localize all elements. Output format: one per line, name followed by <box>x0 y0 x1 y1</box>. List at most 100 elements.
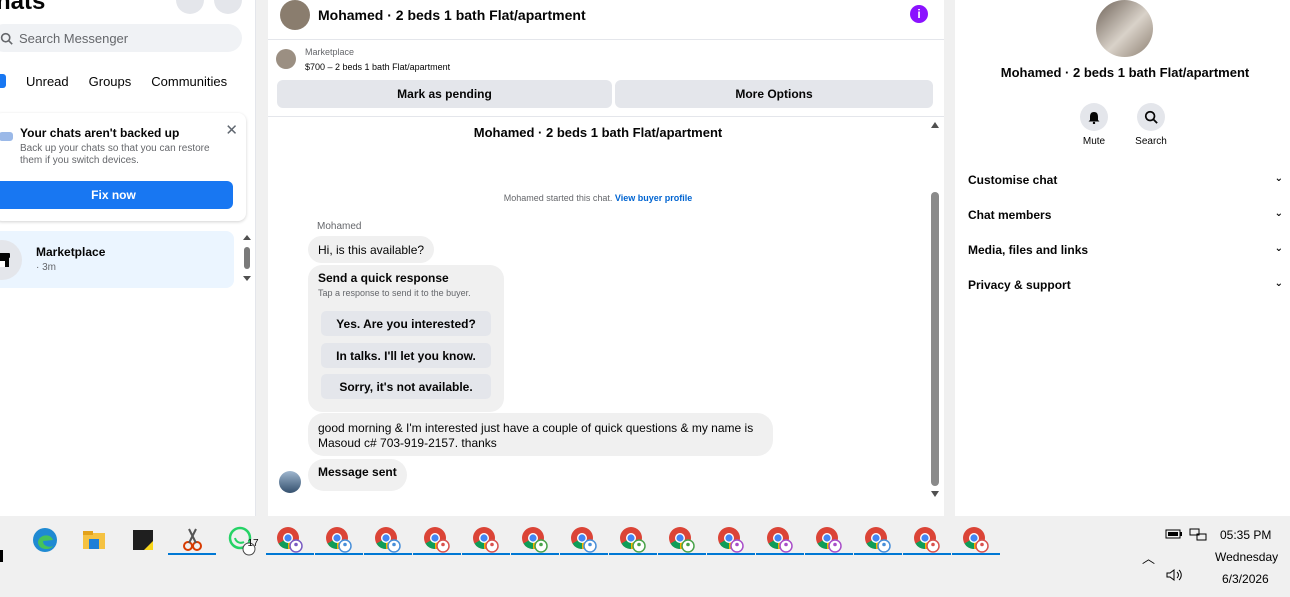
chrome-icon[interactable] <box>862 524 894 556</box>
listing-avatar[interactable] <box>280 0 310 30</box>
clock-date[interactable]: 6/3/2026 <box>1222 572 1269 586</box>
chrome-window-underline <box>609 553 657 555</box>
info-panel-title: Mohamed · 2 beds 1 bath Flat/apartment <box>1000 65 1250 80</box>
conversation-scrollbar[interactable] <box>929 118 941 503</box>
search-label: Search <box>1135 136 1167 147</box>
customise-chat-section[interactable]: Customise chat ⌄ <box>968 173 1283 187</box>
chrome-icon[interactable] <box>470 524 502 556</box>
chevron-down-icon: ⌄ <box>1274 173 1283 184</box>
section-label: Privacy & support <box>968 278 1071 292</box>
marketplace-avatar <box>0 240 22 280</box>
clock-day[interactable]: Wednesday <box>1215 550 1278 564</box>
chat-sidebar: hats Search Messenger Unread Groups Comm… <box>0 0 256 516</box>
quick-response-option[interactable]: Sorry, it's not available. <box>321 374 491 399</box>
backup-notice: Your chats aren't backed up Back up your… <box>0 113 246 221</box>
sender-avatar <box>279 471 301 493</box>
chrome-icon[interactable] <box>274 524 306 556</box>
chrome-window-underline <box>952 553 1000 555</box>
listing-thumbnail[interactable] <box>276 49 296 69</box>
chrome-icon[interactable] <box>911 524 943 556</box>
quick-response-option[interactable]: In talks. I'll let you know. <box>321 343 491 368</box>
started-text: Mohamed started this chat. <box>503 193 613 203</box>
listing-photo <box>1096 0 1153 57</box>
shop-icon <box>0 253 10 267</box>
privacy-support-section[interactable]: Privacy & support ⌄ <box>968 278 1283 292</box>
search-placeholder: Search Messenger <box>19 30 129 46</box>
more-options-button[interactable] <box>176 0 204 14</box>
chat-info-panel: Mohamed · 2 beds 1 bath Flat/apartment M… <box>955 0 1290 516</box>
file-explorer-icon[interactable] <box>78 524 110 556</box>
chrome-icon[interactable] <box>568 524 600 556</box>
chrome-window-underline <box>560 553 608 555</box>
conversation-title[interactable]: Mohamed · 2 beds 1 bath Flat/apartment <box>318 7 586 23</box>
chrome-icon[interactable] <box>372 524 404 556</box>
bell-icon <box>1088 111 1100 124</box>
chrome-window-underline <box>903 553 951 555</box>
speaker-icon[interactable] <box>1165 568 1183 582</box>
quick-response-option[interactable]: Yes. Are you interested? <box>321 311 491 336</box>
more-options-listing-button[interactable]: More Options <box>615 80 933 108</box>
mute-button[interactable] <box>1080 103 1108 131</box>
thread-title: Mohamed · 2 beds 1 bath Flat/apartment <box>473 125 723 140</box>
chrome-icon[interactable] <box>519 524 551 556</box>
search-icon <box>1144 110 1158 124</box>
chevron-down-icon: ⌄ <box>1274 243 1283 254</box>
close-icon[interactable]: ✕ <box>225 121 238 139</box>
view-buyer-profile-link[interactable]: View buyer profile <box>615 193 692 203</box>
conversation-pane: Mohamed · 2 beds 1 bath Flat/apartment i… <box>268 0 944 516</box>
chevron-up-icon[interactable]: ︿ <box>1142 548 1155 567</box>
search-conversation-button[interactable] <box>1137 103 1165 131</box>
chrome-icon[interactable] <box>715 524 747 556</box>
start-edge[interactable] <box>0 550 3 562</box>
chat-item-name: Marketplace <box>36 245 106 259</box>
chrome-icon[interactable] <box>813 524 845 556</box>
marketplace-listing-bar: Marketplace $700 – 2 beds 1 bath Flat/ap… <box>268 41 944 117</box>
chat-started-notice: Mohamed started this chat. View buyer pr… <box>268 193 928 203</box>
chrome-window-underline <box>266 553 314 555</box>
fix-now-button[interactable]: Fix now <box>0 181 233 209</box>
filter-communities-tab[interactable]: Communities <box>151 74 227 89</box>
chrome-icon[interactable] <box>421 524 453 556</box>
quick-response-heading: Send a quick response <box>318 271 449 285</box>
network-icon[interactable] <box>1189 528 1207 542</box>
chrome-icon[interactable] <box>323 524 355 556</box>
mark-as-pending-button[interactable]: Mark as pending <box>277 80 612 108</box>
listing-price-title[interactable]: $700 – 2 beds 1 bath Flat/apartment <box>305 62 450 72</box>
chrome-icon[interactable] <box>617 524 649 556</box>
chat-list-item[interactable]: Marketplace · 3m <box>0 231 234 288</box>
chrome-window-underline <box>756 553 804 555</box>
battery-icon[interactable] <box>1165 528 1183 540</box>
quick-response-card: Send a quick response Tap a response to … <box>308 265 504 412</box>
snipping-tool-icon[interactable] <box>176 524 208 556</box>
new-message-button[interactable] <box>214 0 242 14</box>
edge-icon[interactable] <box>29 524 61 556</box>
chat-members-section[interactable]: Chat members ⌄ <box>968 208 1283 222</box>
section-label: Chat members <box>968 208 1052 222</box>
info-icon[interactable]: i <box>910 5 928 23</box>
message-bubble: good morning & I'm interested just have … <box>308 413 773 456</box>
media-files-links-section[interactable]: Media, files and links ⌄ <box>968 243 1283 257</box>
chrome-icon[interactable] <box>960 524 992 556</box>
message-bubble: Hi, is this available? <box>308 236 435 263</box>
backup-heading: Your chats aren't backed up <box>20 126 180 140</box>
chrome-window-underline <box>511 553 559 555</box>
search-input[interactable]: Search Messenger <box>0 24 242 52</box>
section-label: Media, files and links <box>968 243 1089 257</box>
whatsapp-badge: 17 <box>247 538 259 549</box>
active-app-underline <box>168 553 216 555</box>
chrome-icon[interactable] <box>666 524 698 556</box>
filter-all-tab[interactable] <box>0 74 6 88</box>
sticky-notes-icon[interactable] <box>127 524 159 556</box>
sidebar-scrollbar[interactable] <box>241 234 253 286</box>
chrome-window-underline <box>658 553 706 555</box>
chrome-icon[interactable] <box>764 524 796 556</box>
filter-groups-tab[interactable]: Groups <box>89 74 132 89</box>
quick-response-subtext: Tap a response to send it to the buyer. <box>318 288 471 298</box>
filter-unread-tab[interactable]: Unread <box>26 74 69 89</box>
clock-time[interactable]: 05:35 PM <box>1220 528 1271 542</box>
chat-item-time: · 3m <box>36 262 56 273</box>
chrome-window-underline <box>707 553 755 555</box>
sidebar-title: hats <box>0 0 46 15</box>
chrome-window-underline <box>462 553 510 555</box>
chrome-window-underline <box>364 553 412 555</box>
